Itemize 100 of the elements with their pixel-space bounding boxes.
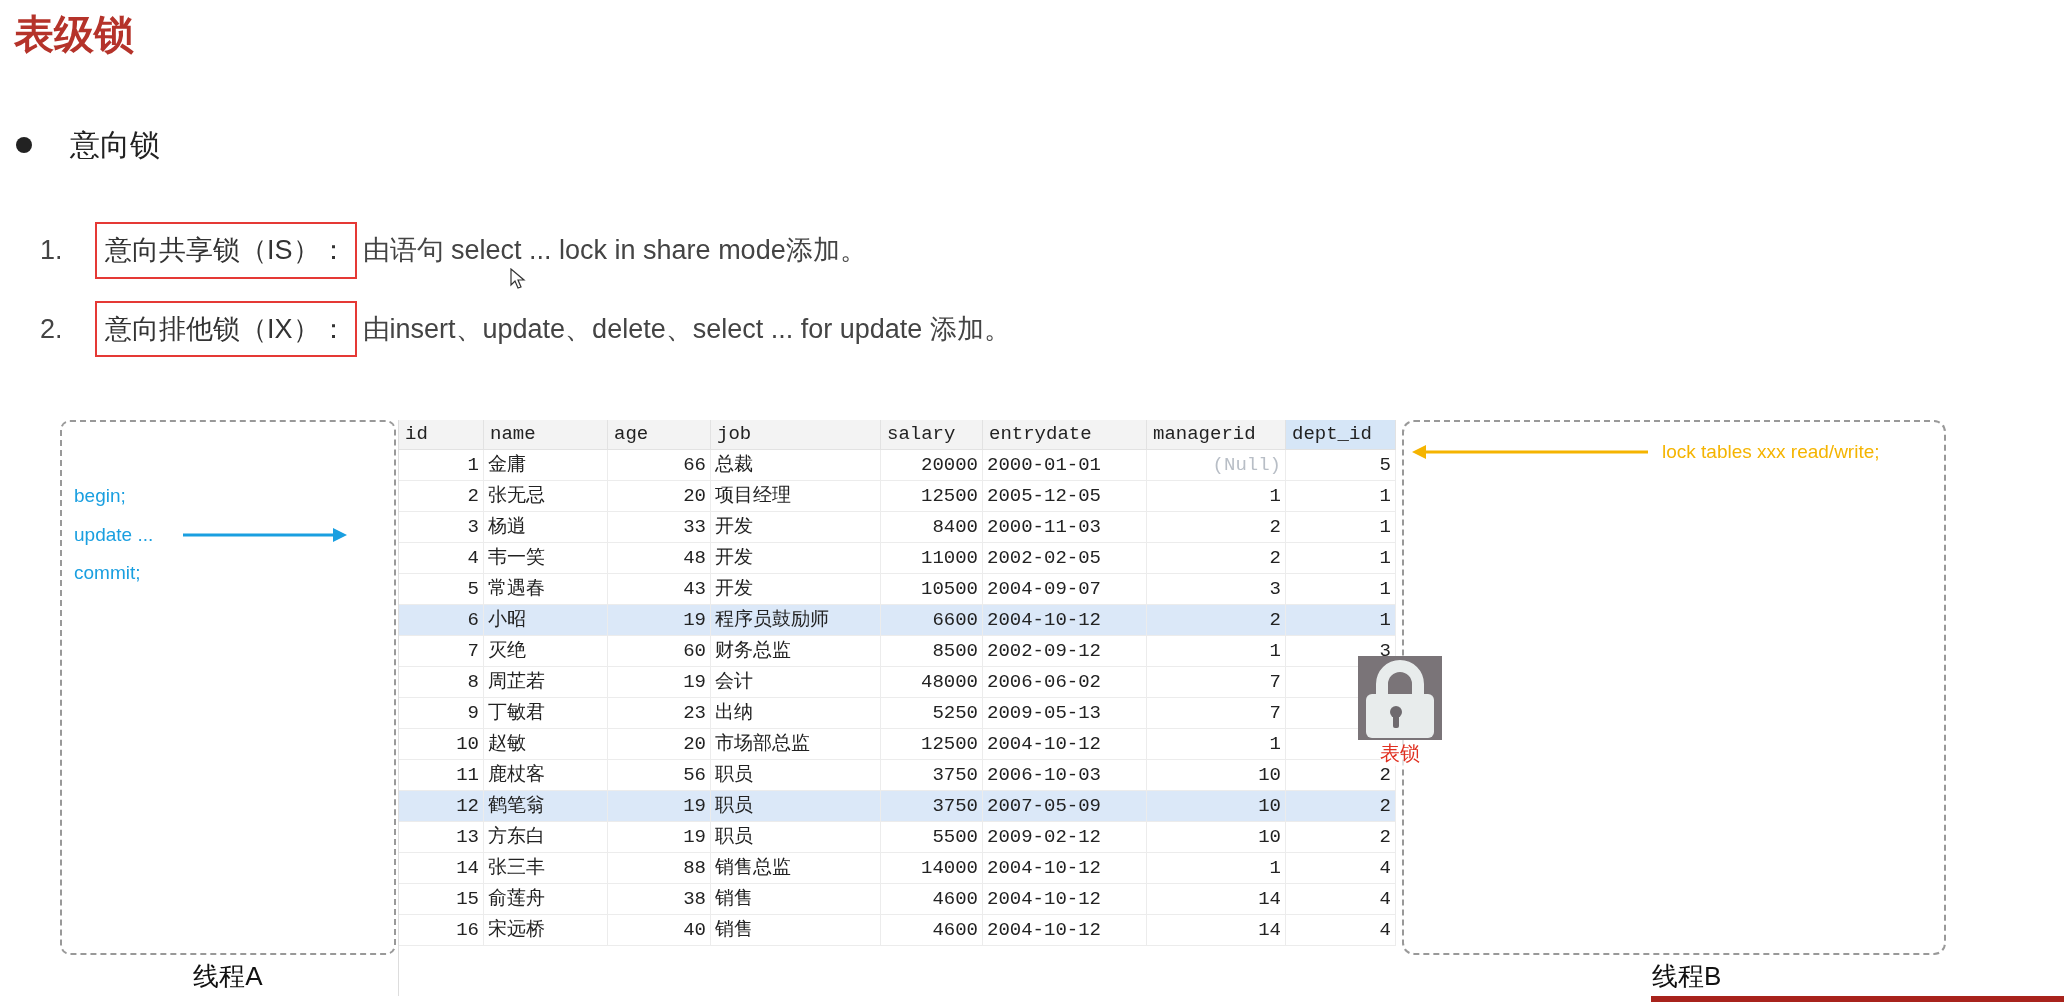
table-cell-text: 开发	[715, 545, 753, 571]
table-cell-text: (Null)	[1212, 452, 1281, 478]
table-cell-text: 1	[467, 452, 479, 478]
table-cell-text: 43	[683, 576, 706, 602]
column-header[interactable]: salary	[881, 420, 983, 449]
bullet-icon	[16, 136, 32, 153]
table-cell-text: 1	[1269, 638, 1281, 664]
table-cell-text: 2000-01-01	[987, 452, 1102, 478]
table-cell-text: 1	[1269, 483, 1281, 509]
table-cell-text: 1	[1379, 514, 1391, 540]
item-text: 由语句 select ... lock in share mode添加。	[362, 234, 867, 267]
table-cell-text: 2	[1379, 763, 1391, 788]
code-line: begin;	[74, 484, 126, 508]
table-cell-text: 66	[683, 452, 706, 478]
table-cell-text: 1	[1379, 576, 1391, 602]
table-cell-text: 23	[683, 700, 706, 726]
column-header[interactable]: entrydate	[983, 420, 1147, 449]
column-header[interactable]: name	[484, 420, 608, 449]
table-cell-text: 7	[1269, 700, 1281, 726]
term-label: 意向排他锁（IX）：	[95, 300, 357, 357]
table-cell-text: 14	[456, 855, 479, 881]
code-line: commit;	[74, 561, 141, 585]
table-cell-text: 15	[456, 886, 479, 912]
table-cell-text: 4	[1379, 855, 1391, 881]
code-line: lock tables xxx read/write;	[1662, 440, 1880, 464]
table-cell-text: 2004-10-12	[987, 855, 1102, 881]
table-cell-text: 赵敏	[488, 731, 526, 757]
table-cell-text: 2	[1269, 514, 1281, 540]
table-cell-text: 7	[1269, 669, 1281, 695]
slide-title: 表级锁	[14, 12, 134, 56]
column-header[interactable]: age	[608, 420, 711, 449]
table-cell-text: 6600	[932, 607, 978, 633]
table-cell-text: 2009-02-12	[987, 824, 1102, 850]
table-cell-text: 12500	[921, 731, 978, 757]
table-cell-text: 10500	[921, 576, 978, 602]
column-header[interactable]: job	[711, 420, 881, 449]
table-cell-text: 10	[1258, 824, 1281, 850]
table-cell-text: 40	[683, 917, 706, 943]
table-cell-text: 1	[1269, 731, 1281, 757]
table-cell-text: 1	[1379, 483, 1391, 509]
table-cell-text: 38	[683, 886, 706, 912]
table-cell-text: 2002-02-05	[987, 545, 1102, 571]
table-cell-text: 8400	[932, 514, 978, 540]
table-cell-text: 5	[1379, 452, 1391, 478]
table-cell-text: 4600	[932, 917, 978, 943]
table-cell-text: 14	[1258, 886, 1281, 912]
arrow-icon	[1412, 445, 1648, 460]
column-header[interactable]: dept_id	[1286, 420, 1396, 449]
table-cell-text: 项目经理	[715, 483, 791, 509]
table-cell-text: 88	[683, 855, 706, 881]
table-cell-text: 2006-06-02	[987, 669, 1102, 695]
table-cell-text: 2004-10-12	[987, 731, 1102, 757]
table-cell-text: 7	[467, 638, 479, 664]
table-cell-text: 2006-10-03	[987, 762, 1102, 788]
table-cell-text: 2	[1379, 793, 1391, 819]
table-cell-text: 小昭	[488, 607, 526, 633]
table-cell-text: 出纳	[715, 700, 753, 726]
table-cell-text: 会计	[715, 669, 753, 695]
table-cell-text: 4	[467, 545, 479, 571]
term-label: 意向共享锁（IS）：	[95, 222, 357, 279]
table-cell-text: 19	[683, 607, 706, 633]
table-cell-text: 2004-10-12	[987, 886, 1102, 912]
table-cell-text: 2	[1379, 824, 1391, 850]
table-cell-text: 11	[456, 762, 479, 788]
table-cell-text: 3750	[932, 793, 978, 819]
table-cell-text: 48	[683, 545, 706, 571]
table-cell-text: 销售	[715, 886, 753, 912]
table-cell-text: 12500	[921, 483, 978, 509]
table-cell-text: 16	[456, 917, 479, 943]
table-cell-text: 2	[1269, 607, 1281, 633]
cursor-icon	[510, 268, 526, 290]
table-cell-text: 2004-09-07	[987, 576, 1102, 602]
table-cell-text: 19	[683, 793, 706, 819]
table-cell-text: 10	[1258, 762, 1281, 788]
item-text: 由insert、update、delete、select ... for update 添加。	[362, 312, 1011, 346]
table-cell-text: 19	[683, 669, 706, 695]
table-cell-text: 3	[1269, 576, 1281, 602]
table-cell-text: 4	[1379, 886, 1391, 912]
table-cell-text: 12	[456, 793, 479, 819]
table-cell-text: 总裁	[715, 452, 753, 478]
table-cell-text: 20	[683, 483, 706, 509]
code-line: update ...	[74, 522, 154, 547]
table-cell-text: 3	[467, 514, 479, 540]
table-cell-text: 韦一笑	[488, 545, 545, 571]
item-number: 2.	[40, 312, 64, 346]
table-cell-text: 33	[683, 514, 706, 540]
table-cell-text: 方东白	[488, 824, 545, 850]
table-cell-text: 市场部总监	[715, 731, 810, 757]
table-cell-text: 14000	[921, 855, 978, 881]
table-cell-text: 开发	[715, 514, 753, 540]
column-header[interactable]: id	[399, 420, 484, 449]
table-cell-text: 销售	[715, 917, 753, 943]
table-cell-text: 4600	[932, 886, 978, 912]
table-cell-text: 2	[467, 483, 479, 509]
table-cell-text: 张无忌	[488, 483, 545, 509]
arrow-icon	[183, 527, 348, 542]
table-cell-text: 2007-05-09	[987, 793, 1102, 819]
table-cell-text: 8	[467, 669, 479, 695]
table-cell-text: 2004-10-12	[987, 917, 1102, 943]
table-cell-text: 程序员鼓励师	[715, 607, 829, 633]
